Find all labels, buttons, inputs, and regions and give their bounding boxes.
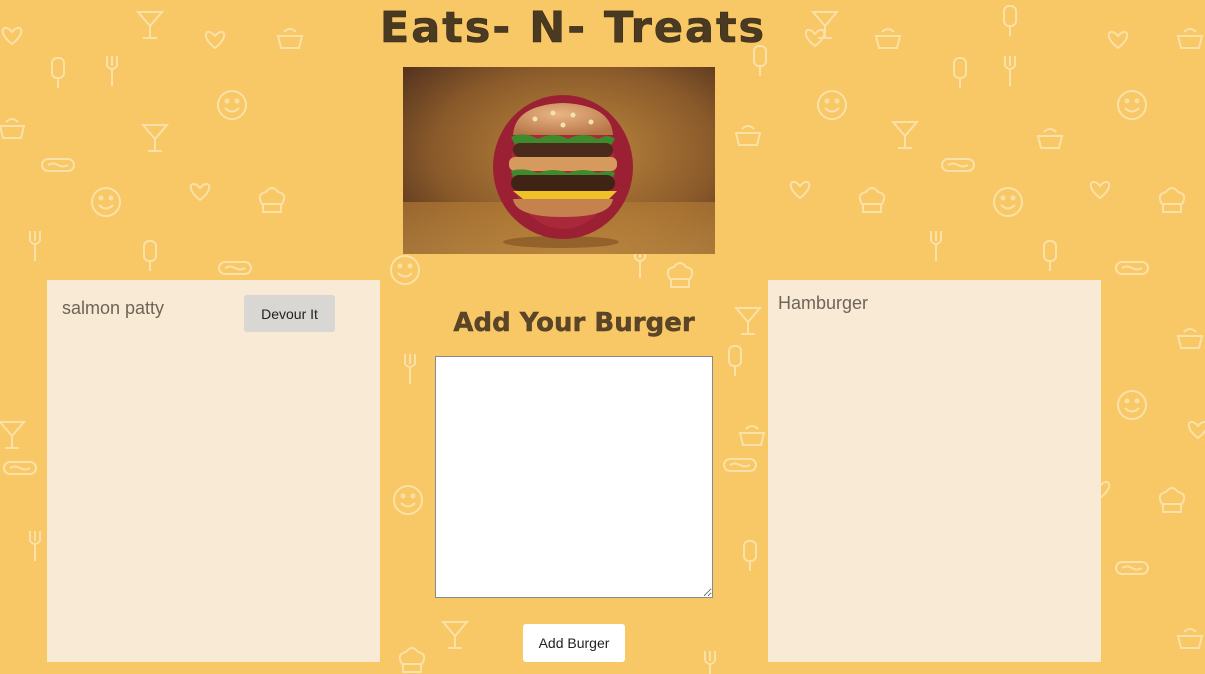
uneaten-burgers-panel: salmon patty Devour It (47, 280, 380, 662)
devoured-burger-name: Hamburger (778, 293, 869, 313)
burger-name-input[interactable] (435, 356, 713, 598)
add-burger-button[interactable]: Add Burger (523, 624, 625, 662)
burger-name: salmon patty (62, 298, 165, 318)
burger-photo (403, 67, 715, 254)
add-burger-heading: Add Your Burger (453, 308, 695, 338)
devoured-burgers-panel: Hamburger (768, 280, 1101, 662)
app-title: Eats- N- Treats (379, 3, 767, 54)
devour-button[interactable]: Devour It (244, 295, 335, 332)
